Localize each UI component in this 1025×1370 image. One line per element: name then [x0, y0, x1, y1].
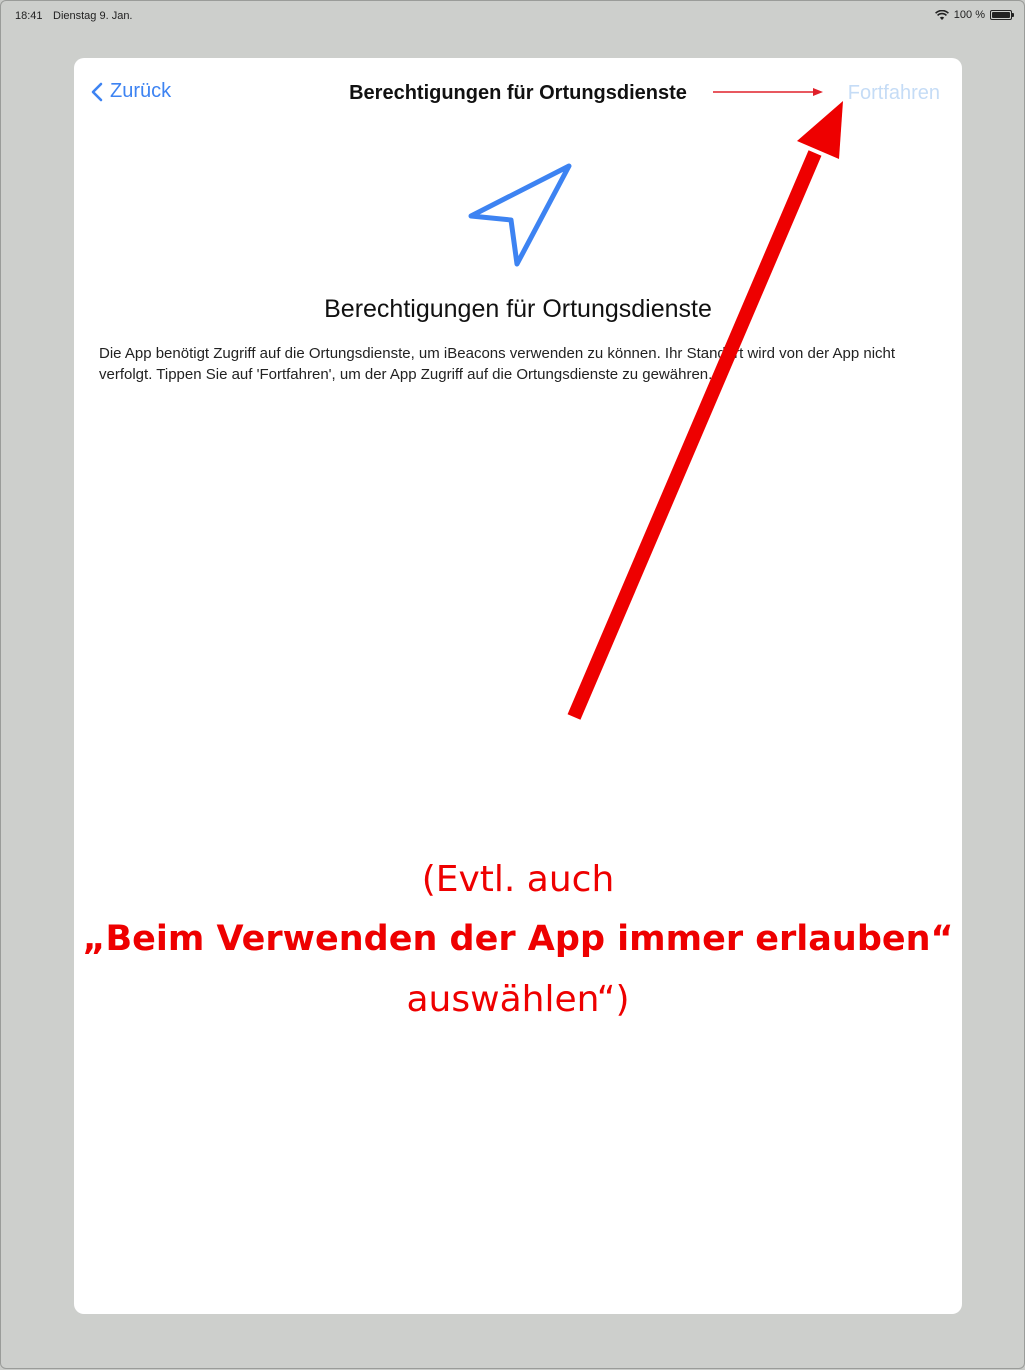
continue-button[interactable]: Fortfahren	[848, 82, 940, 105]
status-date: Dienstag 9. Jan.	[53, 10, 133, 22]
device-screen: 18:41 Dienstag 9. Jan. 100 % Zurück Bere…	[0, 0, 1025, 1369]
permission-sheet: Zurück Berechtigungen für Ortungsdienste…	[74, 58, 962, 1314]
content-body: Die App benötigt Zugriff auf die Ortungs…	[99, 345, 896, 383]
annotation-line-1: (Evtl. auch	[421, 859, 615, 900]
status-indicators: 100 %	[934, 9, 1014, 21]
location-arrow-icon	[468, 163, 572, 267]
battery-percentage: 100 %	[953, 9, 985, 21]
nav-title: Berechtigungen für Ortungsdienste	[349, 82, 687, 104]
wifi-icon	[934, 9, 949, 20]
battery-icon	[990, 10, 1014, 20]
status-time: 18:41	[15, 10, 43, 22]
annotation-line-3: auswählen“)	[406, 979, 630, 1020]
annotation-line-2: „Beim Verwenden der App immer erlauben“	[82, 919, 954, 959]
content-title: Berechtigungen für Ortungsdienste	[324, 295, 712, 323]
status-bar: 18:41 Dienstag 9. Jan. 100 %	[1, 1, 1025, 31]
